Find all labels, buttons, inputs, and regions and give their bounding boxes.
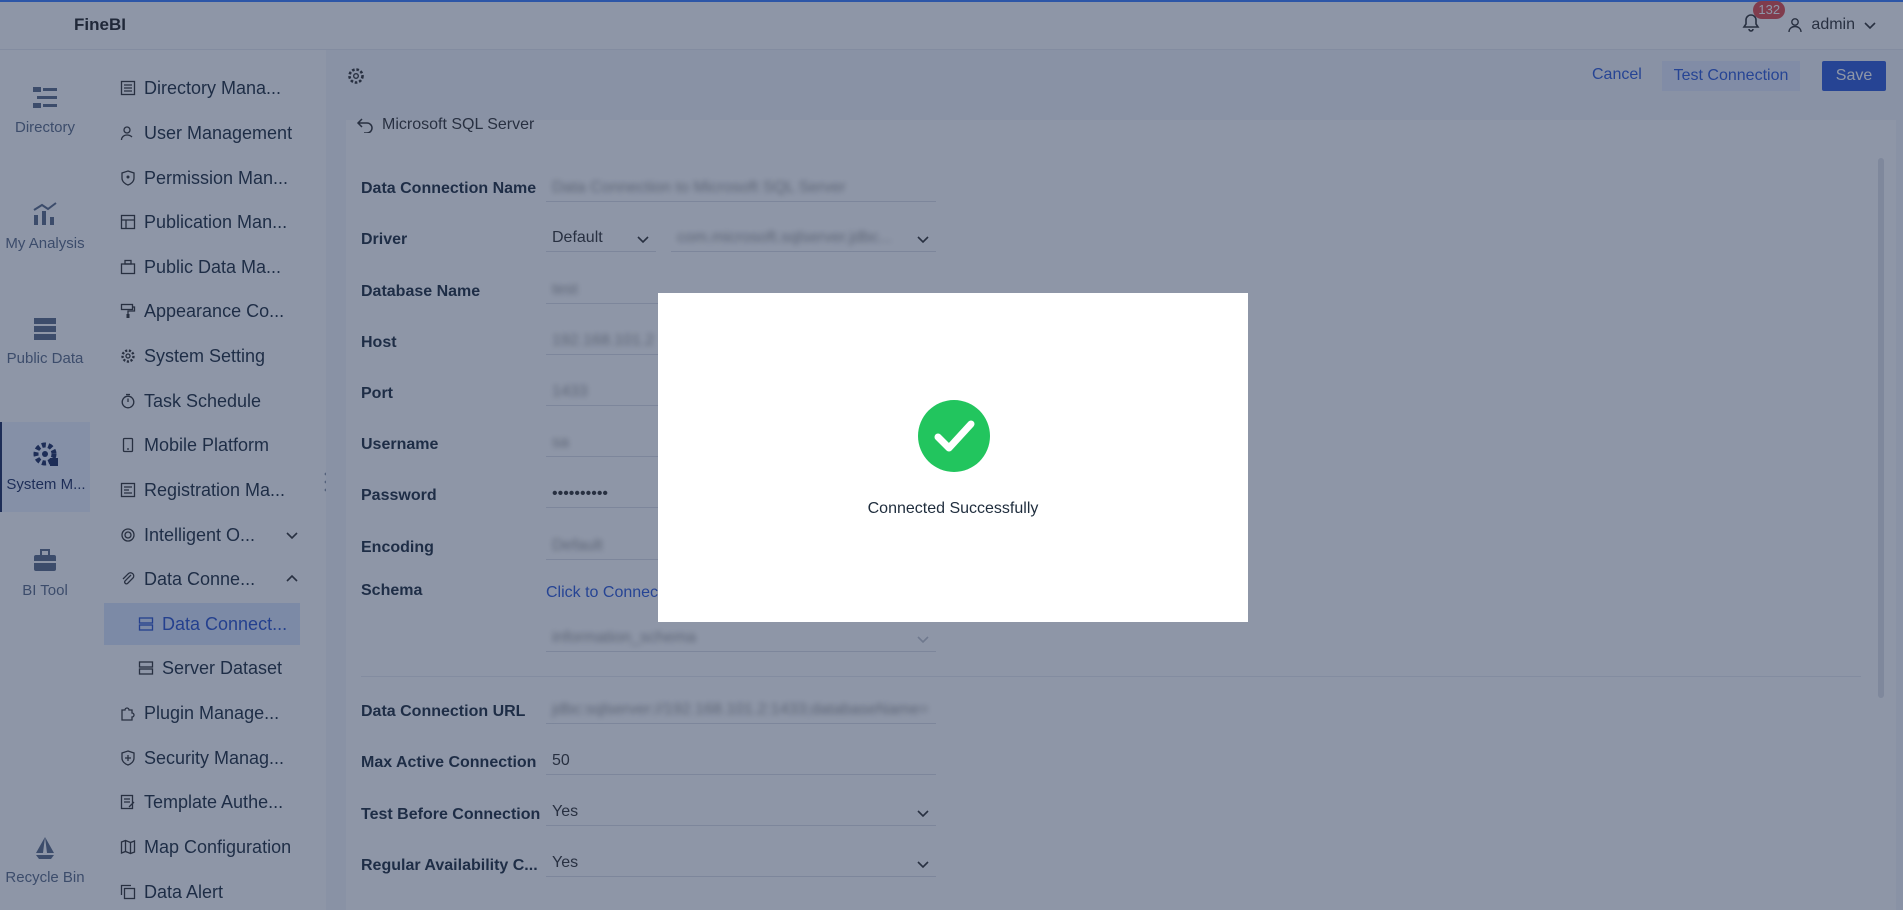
success-message: Connected Successfully (867, 500, 1039, 517)
success-check-icon (918, 400, 990, 472)
success-dialog: Connected Successfully (658, 293, 1248, 622)
